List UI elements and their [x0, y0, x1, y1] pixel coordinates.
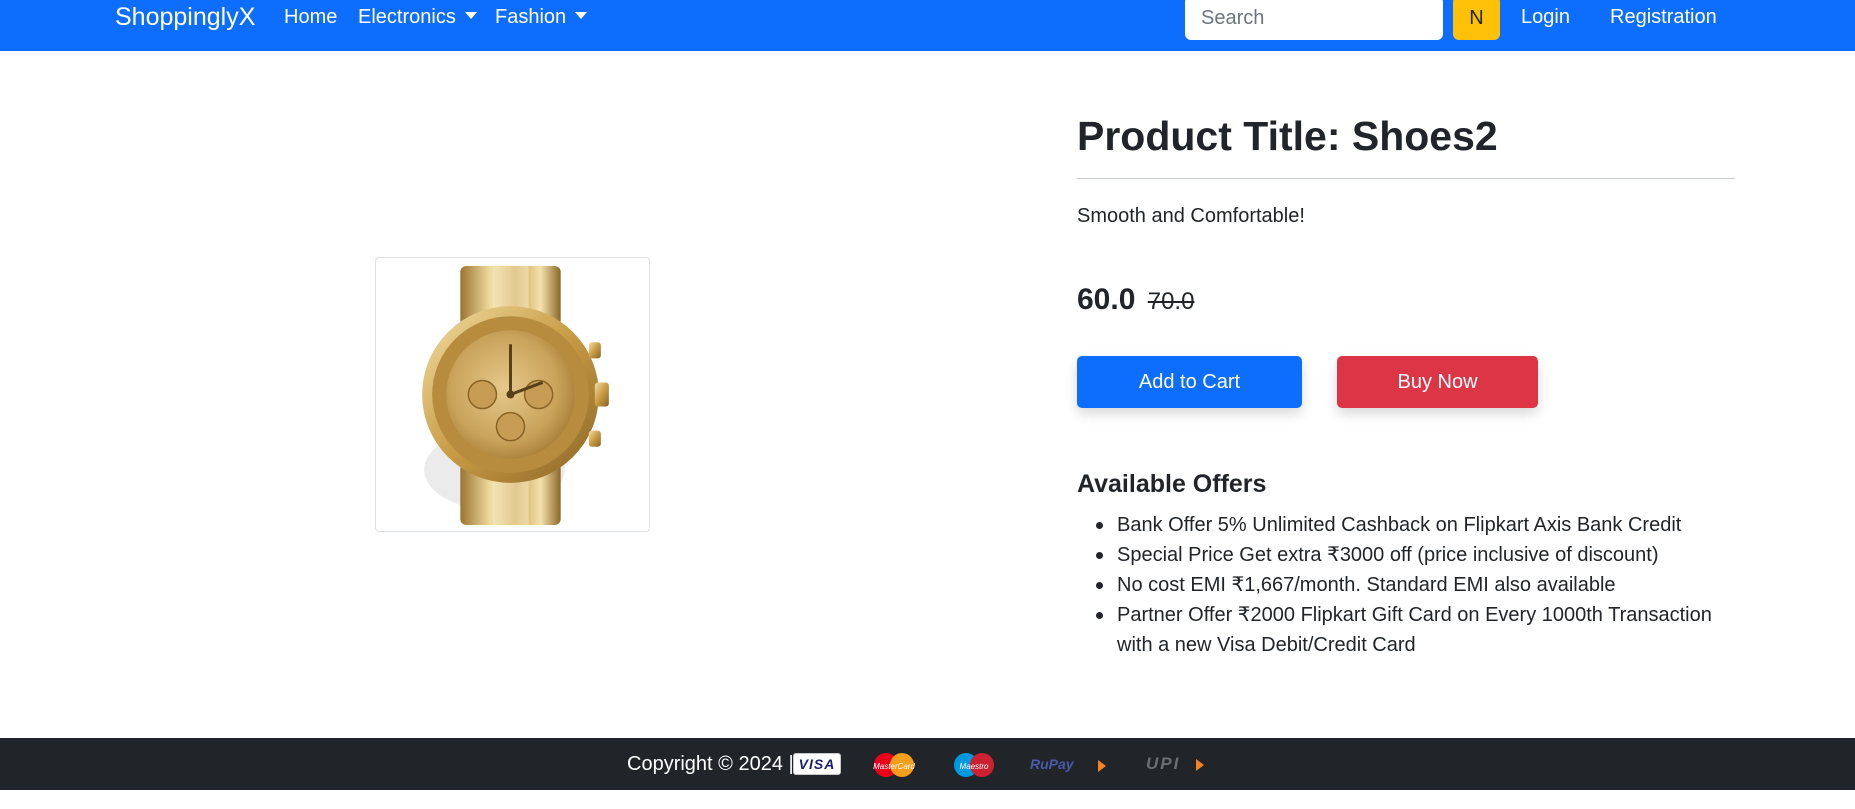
- current-price: 60.0: [1077, 283, 1136, 316]
- product-price: 60.0 70.0: [1077, 280, 1194, 322]
- rupay-arrow-icon: [1098, 760, 1106, 772]
- wristwatch-icon: [422, 266, 609, 525]
- nav-home-link[interactable]: Home: [284, 4, 337, 30]
- list-item: Special Price Get extra ₹3000 off (price…: [1096, 540, 1727, 570]
- copyright-text: Copyright © 2024 ||: [627, 753, 799, 775]
- mastercard-icon: MasterCard: [868, 752, 920, 778]
- buy-now-button[interactable]: Buy Now: [1337, 356, 1538, 408]
- nav-home-label: Home: [284, 6, 338, 28]
- upi-label: UPI: [1146, 754, 1181, 773]
- maestro-label: Maestro: [960, 762, 989, 771]
- product-description: Smooth and Comfortable!: [1077, 205, 1305, 227]
- nav-electronics-dropdown[interactable]: Electronics: [358, 4, 477, 30]
- offers-list: Bank Offer 5% Unlimited Cashback on Flip…: [1096, 510, 1727, 660]
- mastercard-label: MasterCard: [873, 762, 915, 771]
- caret-down-icon: [575, 12, 588, 19]
- caret-down-icon: [464, 12, 477, 19]
- divider: [1077, 178, 1735, 179]
- product-title: Product Title: Shoes2: [1077, 113, 1498, 159]
- login-link[interactable]: Login: [1521, 4, 1570, 30]
- registration-link[interactable]: Registration: [1610, 4, 1717, 30]
- upi-arrow-icon: [1196, 759, 1204, 771]
- nav-fashion-dropdown[interactable]: Fashion: [495, 4, 588, 30]
- footer: Copyright © 2024 || VISA MasterCard Maes…: [0, 738, 1855, 790]
- rupay-label: RuPay: [1030, 756, 1074, 772]
- brand-logo[interactable]: ShoppinglyX: [115, 2, 255, 32]
- offers-heading: Available Offers: [1077, 470, 1267, 498]
- nav-fashion-label: Fashion: [495, 6, 567, 28]
- product-image: [375, 257, 650, 532]
- search-input[interactable]: [1185, 0, 1443, 40]
- search-button[interactable]: N: [1453, 0, 1500, 40]
- rupay-icon: RuPay: [1030, 752, 1110, 778]
- upi-icon: UPI: [1146, 752, 1216, 778]
- nav-electronics-label: Electronics: [358, 6, 456, 28]
- list-item: Bank Offer 5% Unlimited Cashback on Flip…: [1096, 510, 1727, 540]
- list-item: Partner Offer ₹2000 Flipkart Gift Card o…: [1096, 600, 1727, 660]
- original-price: 70.0: [1147, 288, 1195, 315]
- add-to-cart-button[interactable]: Add to Cart: [1077, 356, 1302, 408]
- visa-icon: VISA: [793, 753, 841, 775]
- maestro-icon: Maestro: [948, 752, 1000, 778]
- list-item: No cost EMI ₹1,667/month. Standard EMI a…: [1096, 570, 1727, 600]
- navbar: ShoppinglyX Home Electronics Fashion N L…: [0, 0, 1855, 51]
